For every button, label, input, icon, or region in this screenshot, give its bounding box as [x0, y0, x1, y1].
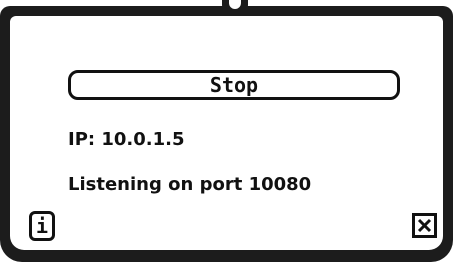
ip-address-label: IP: 10.0.1.5 — [68, 129, 185, 150]
close-icon — [417, 218, 432, 233]
stop-button[interactable]: Stop — [68, 70, 400, 100]
info-button[interactable]: i — [29, 211, 55, 241]
close-button[interactable] — [412, 213, 437, 238]
server-dialog: Stop IP: 10.0.1.5 Listening on port 1008… — [0, 0, 453, 262]
listening-status-label: Listening on port 10080 — [68, 174, 312, 195]
info-icon: i — [35, 214, 49, 238]
